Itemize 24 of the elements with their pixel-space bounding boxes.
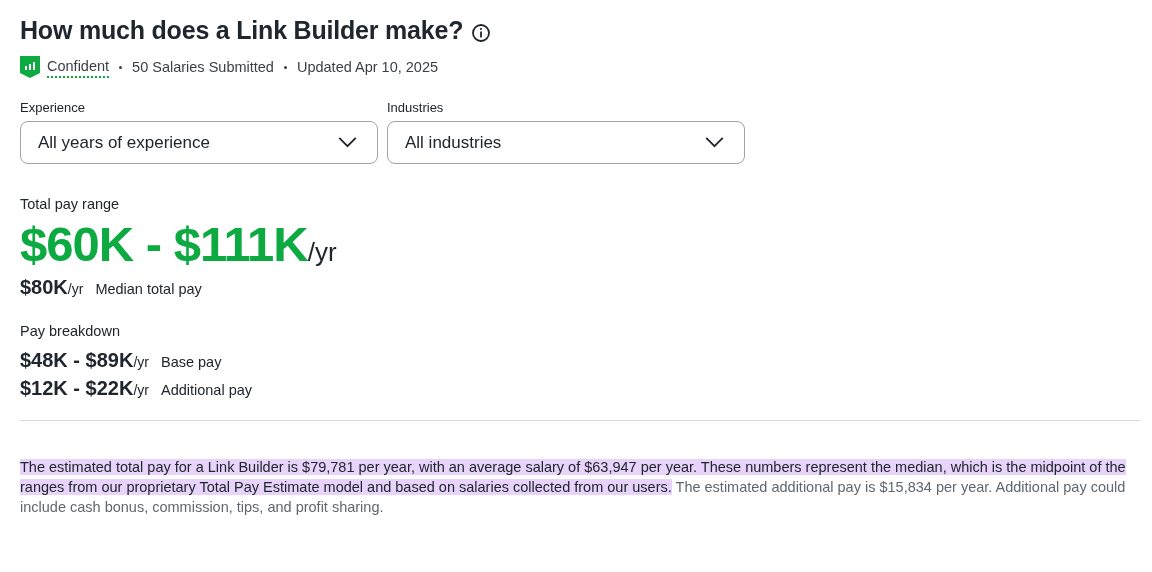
filter-label: Industries (387, 100, 445, 115)
median-label: Median total pay (95, 280, 202, 297)
pay-amount: $48K - $89K/yr (20, 348, 149, 372)
dropdown[interactable]: All industries (387, 121, 745, 164)
page-title: How much does a Link Builder make? (20, 16, 464, 45)
median-amount: $80K/yr (20, 275, 84, 299)
bar-chart-shield-icon (20, 56, 40, 78)
description-paragraph: The estimated total pay for a Link Builder is $79,781 per year, with an average salary of $63,947 per year. These numbers represent the median, which is the midpoint of the ranges from our proprietary Total Pay Estimate model and based on salaries collected from our users. The estimated additional pay is $15,834 per year. Additional pay could include cash bonus, commission, tips, and profit sharing. (20, 457, 1127, 517)
chevron-down-icon (705, 137, 724, 148)
section-label: Total pay range (20, 196, 121, 212)
pay-label: Additional pay (160, 381, 253, 398)
pay-range: $60K - $111K/yr (20, 218, 338, 272)
separator-dot (283, 65, 287, 69)
filter-label: Experience (20, 100, 87, 115)
info-icon[interactable] (471, 22, 492, 43)
pay-label: Base pay (160, 353, 222, 370)
meta-text: Updated Apr 10, 2025 (296, 59, 439, 75)
separator-dot (119, 65, 123, 69)
dropdown[interactable]: All years of experience (20, 121, 378, 164)
confidence-link[interactable]: Confident (47, 58, 110, 78)
chevron-down-icon (338, 137, 357, 148)
meta-text: 50 Salaries Submitted (132, 59, 274, 75)
section-label: Pay breakdown (20, 322, 121, 339)
pay-amount: $12K - $22K/yr (20, 376, 149, 400)
